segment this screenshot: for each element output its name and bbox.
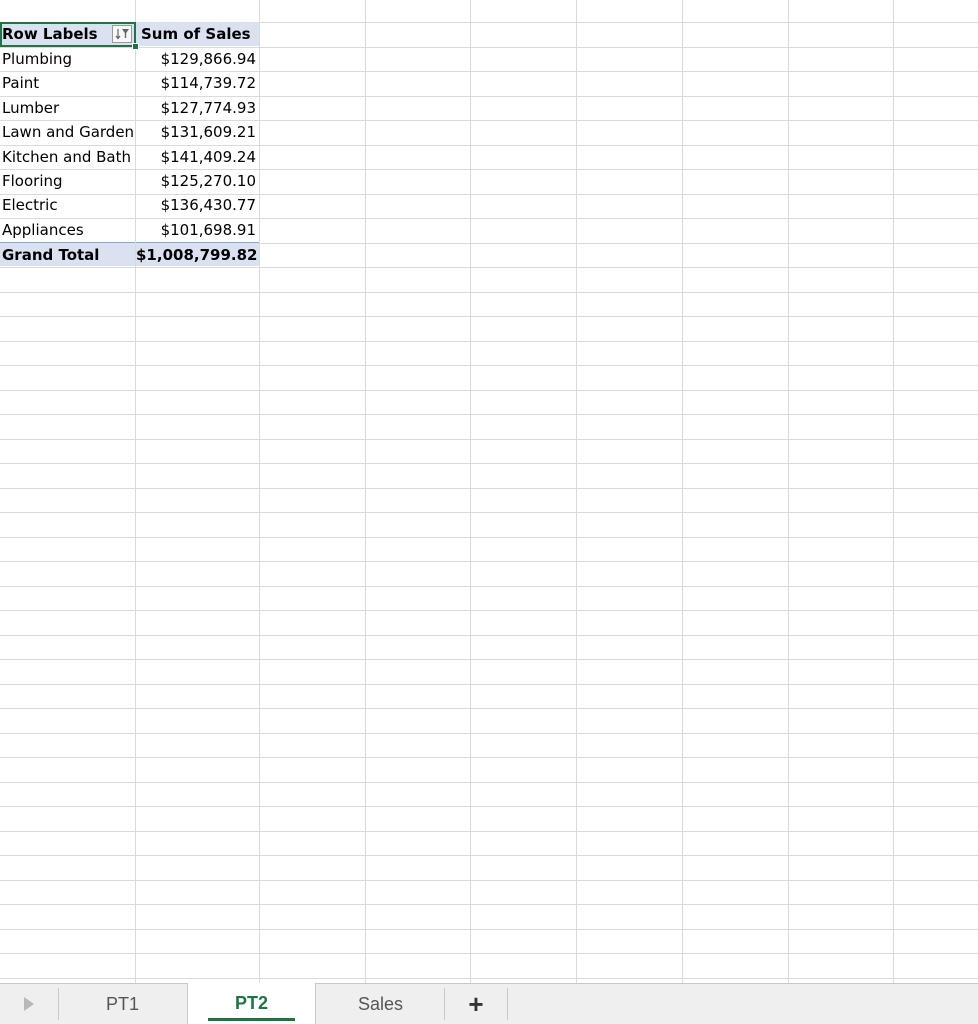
pivot-row-label[interactable]: Lawn and Garden [0,120,135,144]
pivot-row-value[interactable]: $129,866.94 [136,47,259,71]
grid-row-line [0,708,978,709]
grid-row-line [0,267,978,268]
grid-column-line [682,0,683,983]
grid-column-line [576,0,577,983]
grid-row-line [0,439,978,440]
pivot-row-label[interactable]: Appliances [0,218,135,242]
grid-row-line [0,929,978,930]
grid-row-line [0,684,978,685]
grid-row-line [0,953,978,954]
pivot-row-value[interactable]: $136,430.77 [136,193,259,217]
grid-row-line [0,733,978,734]
add-sheet-button[interactable]: + [445,984,507,1024]
fill-handle[interactable] [132,43,139,50]
grid-row-line [0,463,978,464]
grid-row-line [0,341,978,342]
grid-row-line [0,292,978,293]
grid-row-line [0,806,978,807]
pivot-row-value[interactable]: $125,270.10 [136,169,259,193]
sort-filter-icon [115,29,129,40]
grid-column-line [365,0,366,983]
pivot-row-label[interactable]: Flooring [0,169,135,193]
tab-pt2[interactable]: PT2 [187,983,316,1024]
pivot-row-label[interactable]: Electric [0,193,135,217]
scroll-tabs-left-icon [24,997,34,1011]
grid-row-line [0,978,978,979]
pivot-row-value[interactable]: $131,609.21 [136,120,259,144]
pivot-row-value[interactable]: $141,409.24 [136,145,259,169]
grid-row-line [0,635,978,636]
spreadsheet-grid[interactable]: Row Labels Sum of Sales Plumbing $129,866… [0,0,978,983]
scroll-tabs-button[interactable] [0,984,58,1024]
pivot-row-label[interactable]: Lumber [0,96,135,120]
tab-sales[interactable]: Sales [317,984,444,1024]
grand-total-label[interactable]: Grand Total [0,242,135,266]
grid-row-line [0,512,978,513]
grid-column-line [259,0,260,983]
grid-column-line [470,0,471,983]
grid-row-line [0,561,978,562]
grid-row-line [0,659,978,660]
grid-row-line [0,586,978,587]
pivot-row-label[interactable]: Kitchen and Bath [0,145,135,169]
add-sheet-icon: + [468,989,484,1019]
pivot-row-label[interactable]: Paint [0,71,135,95]
grid-row-line [0,610,978,611]
grid-row-line [0,831,978,832]
grid-row-line [0,316,978,317]
tab-pt1[interactable]: PT1 [59,984,186,1024]
grid-row-line [0,365,978,366]
grid-row-line [0,880,978,881]
pivot-row-value[interactable]: $114,739.72 [136,71,259,95]
grid-row-line [0,414,978,415]
pivot-header-sum-of-sales[interactable]: Sum of Sales [136,22,259,46]
grid-row-line [0,782,978,783]
pivot-row-value[interactable]: $127,774.93 [136,96,259,120]
grid-column-line [893,0,894,983]
grid-row-line [0,488,978,489]
grid-row-line [0,537,978,538]
grid-row-line [0,757,978,758]
tab-separator [507,988,508,1020]
pivot-row-value[interactable]: $101,698.91 [136,218,259,242]
row-labels-filter-button[interactable] [112,25,132,43]
grid-row-line [0,904,978,905]
sheet-tab-bar: PT1 PT2 Sales + [0,983,978,1024]
pivot-row-label[interactable]: Plumbing [0,47,135,71]
grand-total-value[interactable]: $1,008,799.82 [136,242,259,266]
grid-row-line [0,390,978,391]
grid-column-line [788,0,789,983]
grid-row-line [0,855,978,856]
